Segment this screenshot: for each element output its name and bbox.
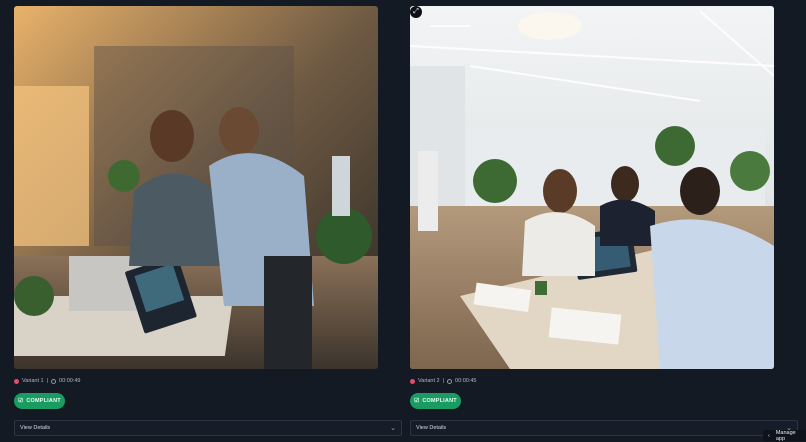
manage-app-label: Manage app	[775, 429, 796, 442]
variant-time: 00:00:49	[59, 378, 81, 384]
variant-dot-icon	[14, 378, 19, 384]
check-badge-icon: ☑	[414, 398, 420, 404]
manage-app-button[interactable]: ‹ Manage app	[763, 429, 806, 442]
variant-time: 00:00:45	[455, 378, 477, 384]
variant-image-1	[14, 6, 378, 369]
variant-dot-icon	[410, 378, 415, 384]
view-details-dropdown[interactable]: View Details ⌄	[14, 420, 402, 436]
compliant-badge: ☑ COMPLIANT	[410, 393, 461, 409]
view-details-label: View Details	[416, 425, 447, 431]
view-details-dropdown[interactable]: View Details ⌄	[410, 420, 798, 436]
variant-meta-2: Variant 2 | 00:00:45	[410, 376, 476, 386]
compliant-badge: ☑ COMPLIANT	[14, 393, 65, 409]
badge-label: COMPLIANT	[26, 398, 61, 404]
clock-icon	[447, 378, 453, 384]
variant-image-2	[410, 6, 774, 369]
check-badge-icon: ☑	[18, 398, 24, 404]
variant-label: Variant 1	[22, 378, 44, 384]
variant-meta-1: Variant 1 | 00:00:49	[14, 376, 80, 386]
chevron-down-icon: ⌄	[390, 425, 396, 432]
variant-label: Variant 2	[418, 378, 440, 384]
expand-icon[interactable]: ⤢	[410, 6, 422, 18]
office-photo-warm	[14, 6, 378, 369]
badge-label: COMPLIANT	[422, 398, 457, 404]
clock-icon	[51, 378, 57, 384]
office-photo-bright	[410, 6, 774, 369]
view-details-label: View Details	[20, 425, 51, 431]
chevron-left-icon: ‹	[768, 432, 770, 439]
